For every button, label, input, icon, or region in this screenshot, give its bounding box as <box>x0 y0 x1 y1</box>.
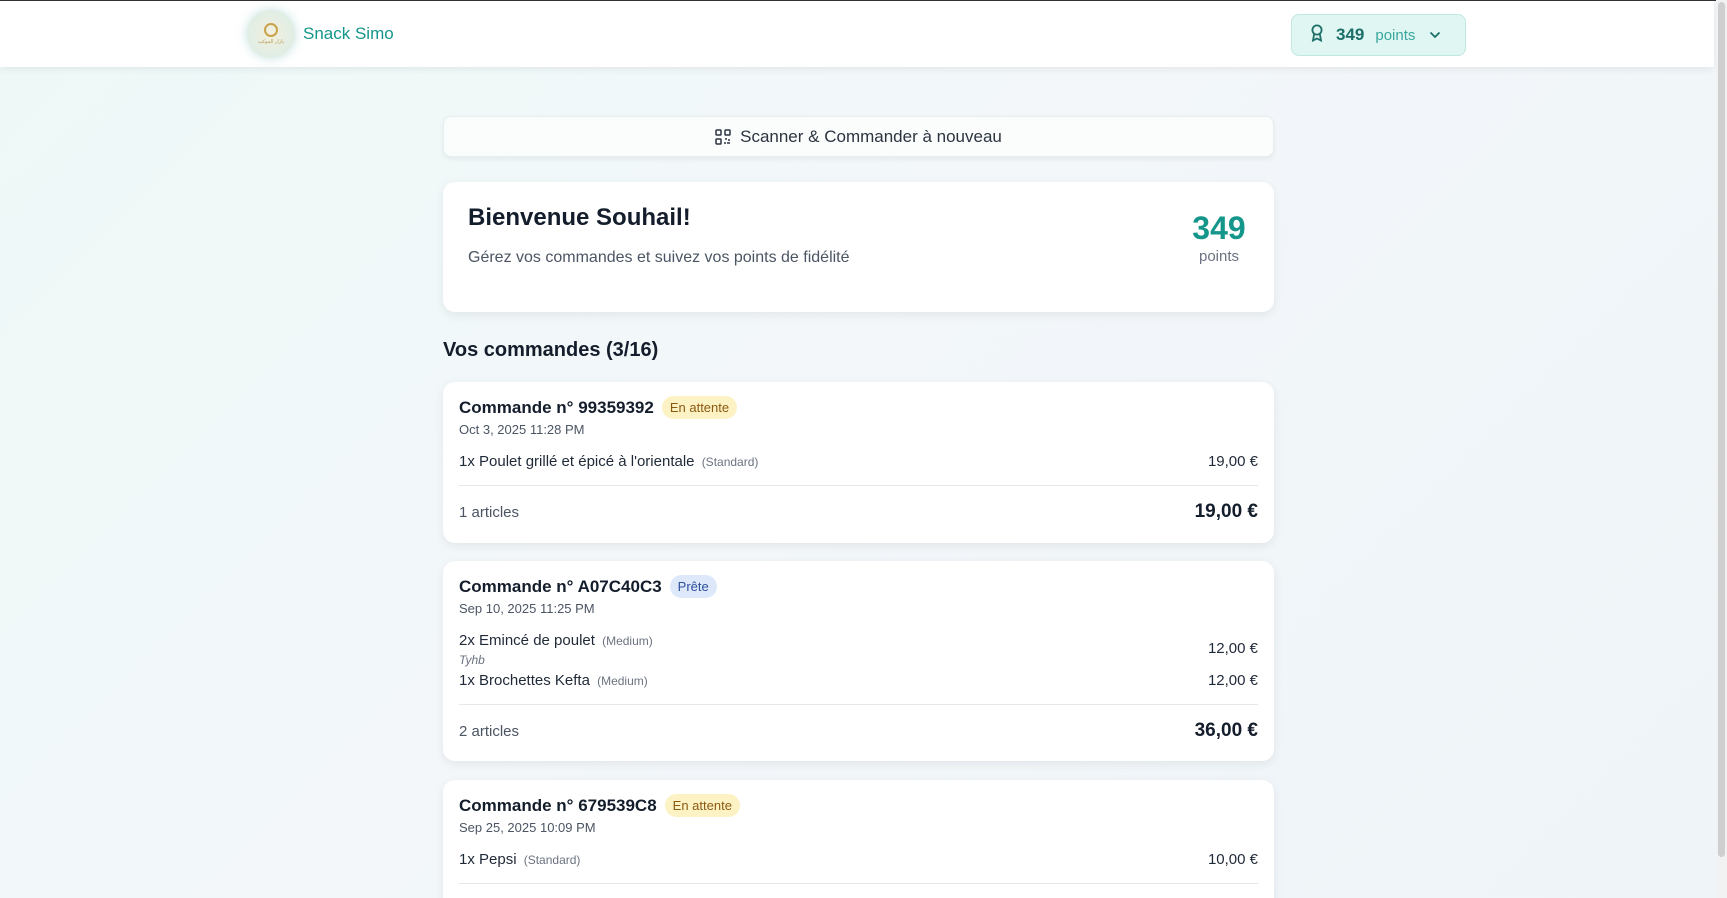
item-name: 1x Poulet grillé et épicé à l'orientale <box>459 453 695 470</box>
order-card[interactable]: Commande n° A07C40C3 Prête Sep 10, 2025 … <box>443 561 1274 761</box>
scan-order-again-button[interactable]: Scanner & Commander à nouveau <box>443 116 1274 157</box>
item-price: 12,00 € <box>1207 672 1258 689</box>
page-scrollbar[interactable] <box>1716 0 1727 898</box>
order-card[interactable]: Commande n° 679539C8 En attente Sep 25, … <box>443 780 1274 898</box>
chevron-down-icon <box>1429 26 1441 44</box>
item-size: (Standard) <box>701 455 759 469</box>
item-price: 10,00 € <box>1207 851 1258 868</box>
item-size: (Standard) <box>523 853 581 867</box>
order-number: Commande n° 679539C8 <box>459 795 657 815</box>
loyalty-points-value: 349 <box>1192 210 1246 246</box>
item-price: 19,00 € <box>1207 453 1258 470</box>
welcome-title: Bienvenue Souhail! <box>468 204 691 231</box>
status-badge: En attente <box>661 396 738 419</box>
order-number: Commande n° 99359392 <box>459 397 654 417</box>
order-date: Sep 10, 2025 11:25 PM <box>459 601 595 616</box>
divider <box>459 485 1258 486</box>
scrollbar-thumb[interactable] <box>1718 2 1725 857</box>
logo-text: بازار الموكب <box>257 39 285 45</box>
scan-order-again-label: Scanner & Commander à nouveau <box>740 126 1002 146</box>
award-icon <box>1310 24 1324 47</box>
order-item-count: 2 articles <box>459 722 520 740</box>
points-value: 349 <box>1336 25 1365 44</box>
order-number: Commande n° A07C40C3 <box>459 576 662 596</box>
item-name: 1x Brochettes Kefta <box>459 672 590 689</box>
order-total: 36,00 € <box>1194 720 1258 741</box>
brand[interactable]: بازار الموكب Snack Simo <box>247 10 394 58</box>
qr-code-icon <box>715 128 731 145</box>
status-badge: En attente <box>664 794 740 817</box>
divider <box>459 704 1258 705</box>
order-item: 1x Brochettes Kefta (Medium) 12,00 € <box>459 672 1258 689</box>
order-item: 1x Pepsi (Standard) 10,00 € <box>459 851 1258 868</box>
orders-section-title: Vos commandes (3/16) <box>443 339 659 361</box>
welcome-subtitle: Gérez vos commandes et suivez vos points… <box>468 249 850 266</box>
order-date: Oct 3, 2025 11:28 PM <box>459 422 585 437</box>
welcome-card: Bienvenue Souhail! Gérez vos commandes e… <box>443 182 1274 312</box>
order-item-price-row: 12,00 € <box>459 640 1258 657</box>
logo-emblem <box>264 23 278 37</box>
order-total: 19,00 € <box>1194 501 1258 522</box>
item-size: (Medium) <box>597 674 648 688</box>
item-name: 1x Pepsi <box>459 851 517 868</box>
order-card[interactable]: Commande n° 99359392 En attente Oct 3, 2… <box>443 382 1274 543</box>
order-item: 1x Poulet grillé et épicé à l'orientale … <box>459 453 1258 470</box>
brand-name: Snack Simo <box>303 24 394 43</box>
item-price: 12,00 € <box>1207 640 1258 657</box>
divider <box>459 883 1258 884</box>
top-navbar: بازار الموكب Snack Simo 349 points <box>0 1 1714 67</box>
points-dropdown[interactable]: 349 points <box>1291 14 1466 56</box>
status-badge: Prête <box>669 575 717 598</box>
order-date: Sep 25, 2025 10:09 PM <box>459 820 596 835</box>
points-label: points <box>1375 26 1416 44</box>
brand-logo: بازار الموكب <box>247 10 295 58</box>
order-item-count: 1 articles <box>459 503 520 521</box>
loyalty-points-label: points <box>1198 248 1240 265</box>
